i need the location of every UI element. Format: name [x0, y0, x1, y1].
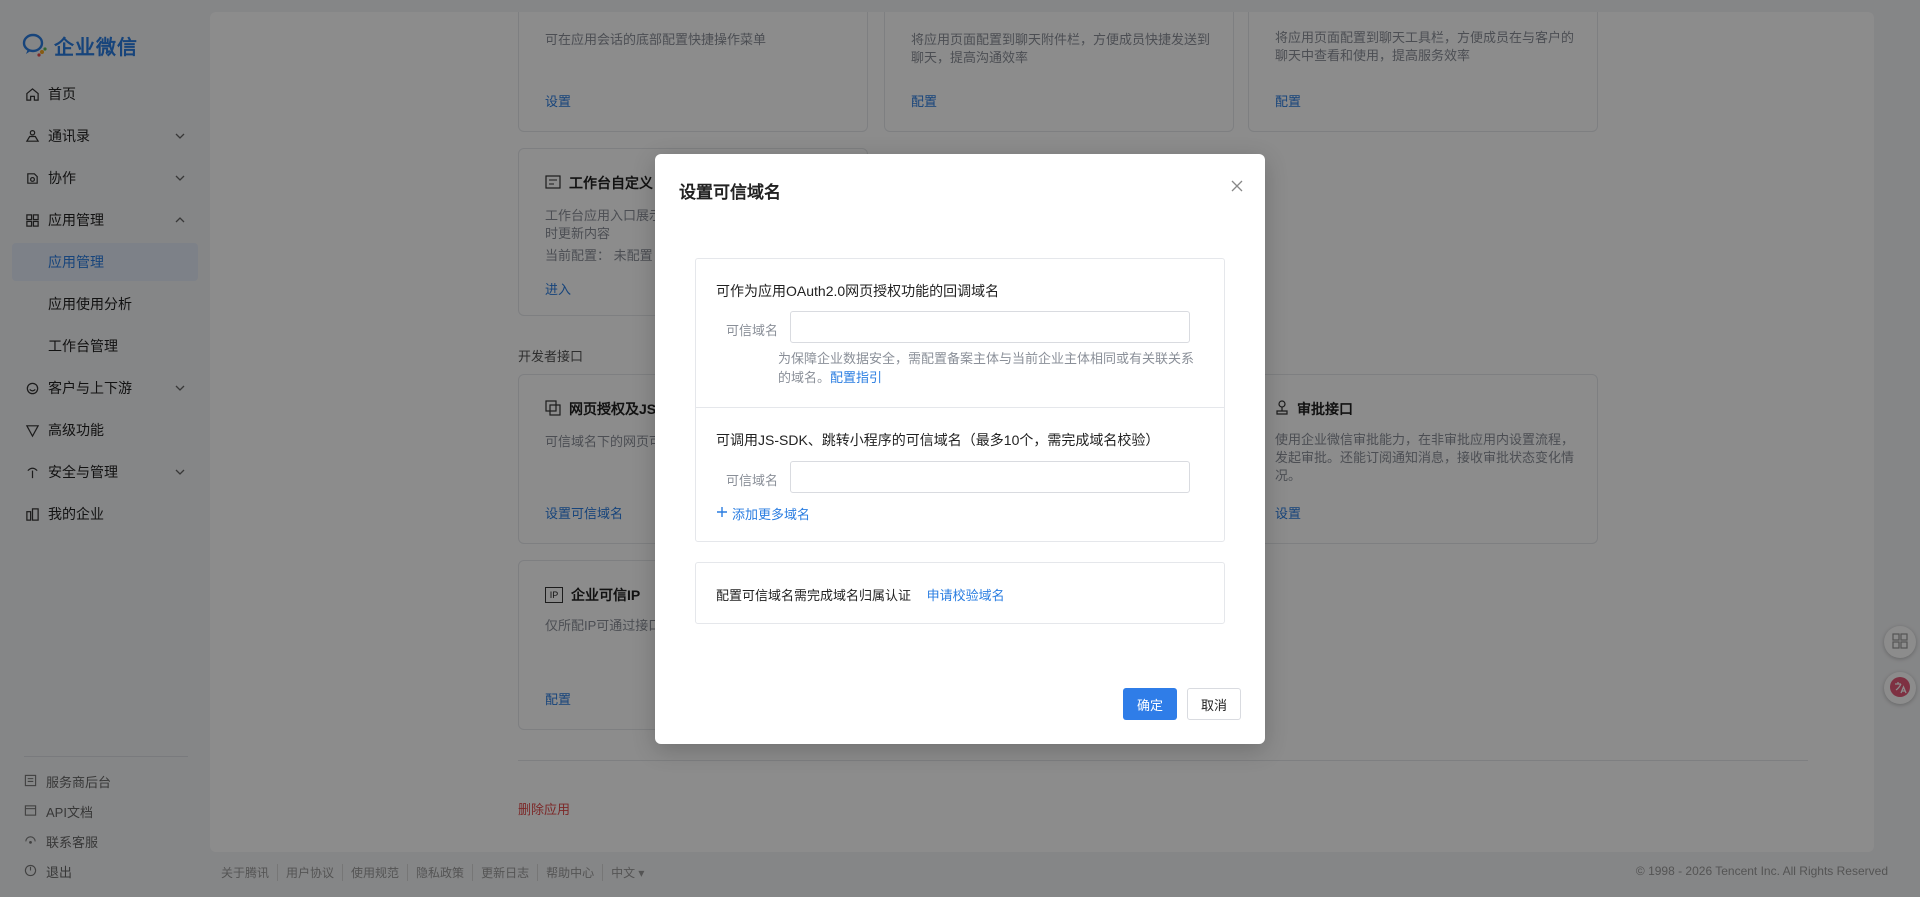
jssdk-domain-heading: 可调用JS-SDK、跳转小程序的可信域名（最多10个，需完成域名校验） — [716, 432, 1160, 448]
cancel-button[interactable]: 取消 — [1187, 688, 1241, 720]
plus-icon — [716, 506, 728, 521]
add-domain-label: 添加更多域名 — [732, 507, 811, 522]
close-icon[interactable] — [1229, 178, 1245, 194]
verify-text: 配置可信域名需完成域名归属认证 — [716, 588, 912, 603]
oauth-domain-heading: 可作为应用OAuth2.0网页授权功能的回调域名 — [716, 283, 1000, 299]
oauth-domain-label: 可信域名 — [726, 323, 779, 338]
jssdk-domain-label: 可信域名 — [726, 473, 779, 488]
dialog-title: 设置可信域名 — [679, 183, 781, 202]
apply-verify-link[interactable]: 申请校验域名 — [927, 588, 1005, 603]
trusted-domain-dialog: 设置可信域名 可作为应用OAuth2.0网页授权功能的回调域名 可信域名 为保障… — [655, 154, 1265, 744]
box-divider — [696, 407, 1224, 408]
domain-verify-box: 配置可信域名需完成域名归属认证 申请校验域名 — [695, 562, 1225, 624]
oauth-domain-input[interactable] — [790, 311, 1190, 343]
domain-config-box: 可作为应用OAuth2.0网页授权功能的回调域名 可信域名 为保障企业数据安全，… — [695, 258, 1225, 542]
oauth-domain-hint: 为保障企业数据安全，需配置备案主体与当前企业主体相同或有关联关系的域名。配置指引 — [778, 349, 1198, 387]
add-domain-button[interactable]: 添加更多域名 — [716, 504, 810, 523]
confirm-button[interactable]: 确定 — [1123, 688, 1177, 720]
jssdk-domain-input[interactable] — [790, 461, 1190, 493]
config-guide-link[interactable]: 配置指引 — [830, 370, 882, 385]
domain-verify-text: 配置可信域名需完成域名归属认证 申请校验域名 — [716, 585, 1005, 604]
